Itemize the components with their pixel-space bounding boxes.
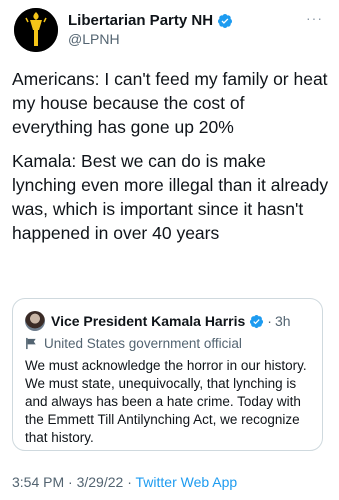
- quoted-avatar[interactable]: [25, 311, 45, 331]
- quoted-time[interactable]: 3h: [275, 313, 291, 329]
- separator-dot: ·: [64, 474, 77, 490]
- separator-dot: ·: [267, 313, 272, 329]
- avatar[interactable]: [14, 8, 58, 52]
- more-options-icon[interactable]: ···: [306, 10, 323, 26]
- tweet-paragraph: Americans: I can't feed my family or hea…: [12, 69, 328, 137]
- flag-icon: [26, 337, 36, 350]
- tweet-paragraph: Kamala: Best we can do is make lynching …: [12, 151, 329, 243]
- tweet-meta: 3:54 PM · 3/29/22 · Twitter Web App: [12, 474, 237, 490]
- quoted-display-name[interactable]: Vice President Kamala Harris: [51, 313, 245, 329]
- tweet-header: Libertarian Party NH @LPNH ···: [12, 8, 327, 52]
- tweet-time[interactable]: 3:54 PM: [12, 474, 64, 490]
- display-name[interactable]: Libertarian Party NH: [68, 12, 213, 29]
- tweet-date[interactable]: 3/29/22: [77, 474, 124, 490]
- quoted-text: We must acknowledge the horror in our hi…: [25, 358, 307, 445]
- separator-dot: ·: [123, 474, 136, 490]
- government-label-text: United States government official: [44, 336, 242, 351]
- torch-logo-icon: [14, 8, 58, 52]
- handle[interactable]: @LPNH: [68, 31, 120, 47]
- tweet-source[interactable]: Twitter Web App: [136, 474, 238, 490]
- verified-badge-icon: [218, 13, 233, 28]
- quoted-tweet[interactable]: Vice President Kamala Harris · 3h United…: [12, 298, 323, 451]
- tweet-text: Americans: I can't feed my family or hea…: [12, 67, 330, 255]
- verified-badge-icon: [250, 314, 264, 328]
- government-label: United States government official: [25, 336, 242, 351]
